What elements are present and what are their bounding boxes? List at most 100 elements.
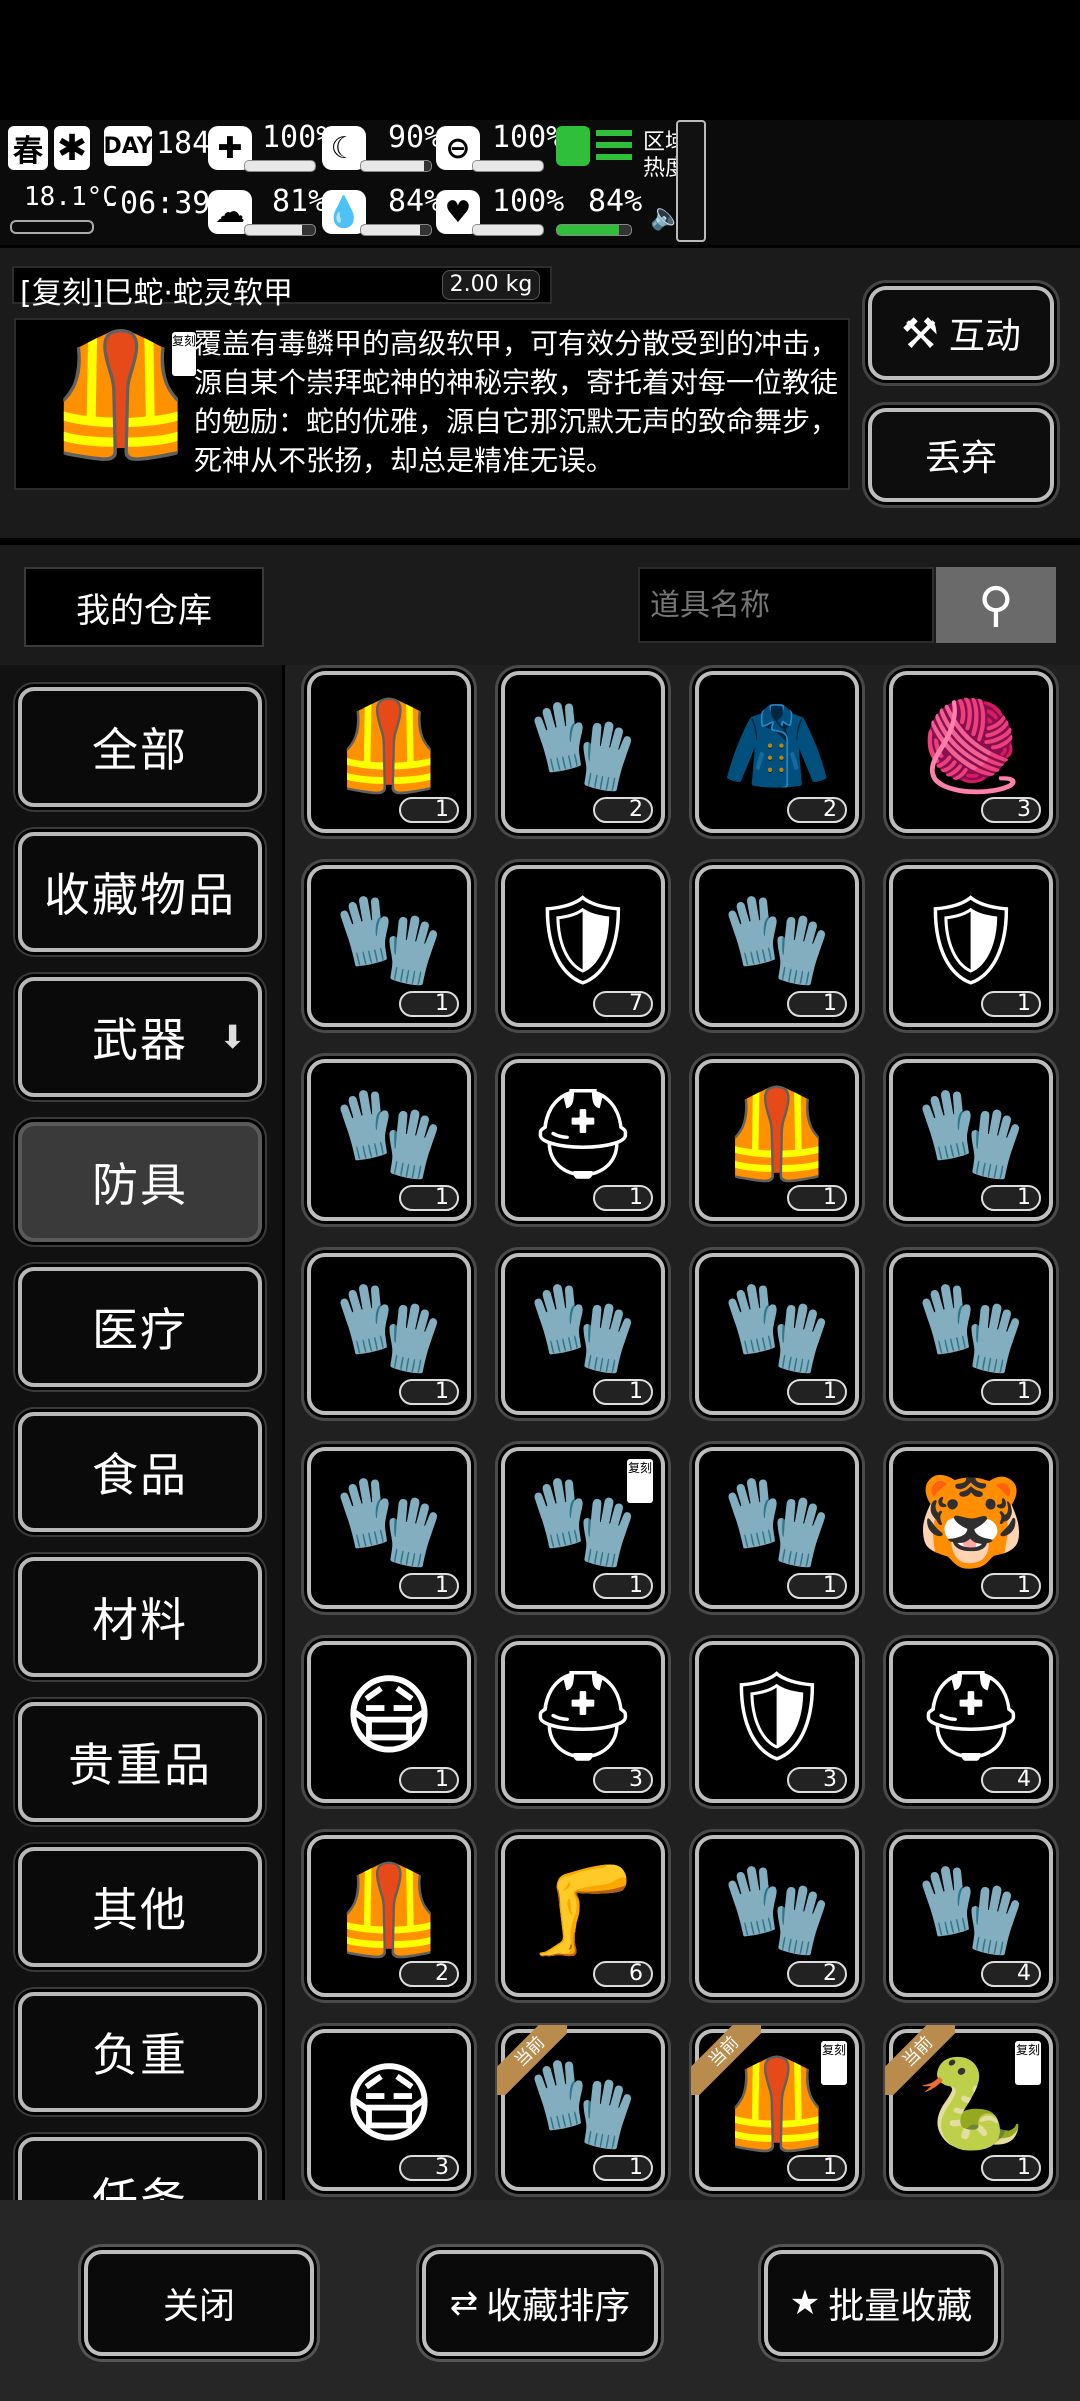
- red-gauntlets-icon: 🧤: [722, 887, 832, 991]
- batch-favorite-button[interactable]: ★ 批量收藏: [764, 2250, 998, 2356]
- discard-button[interactable]: 丢弃: [868, 408, 1054, 502]
- nav-item-6[interactable]: 材料: [18, 1557, 262, 1677]
- armor-value: 100%: [492, 120, 565, 155]
- nav-item-8[interactable]: 其他: [18, 1847, 262, 1967]
- inventory-slot[interactable]: 🦺 1: [695, 1059, 859, 1221]
- item-detail-panel: [复刻]巳蛇·蛇灵软甲 2.00 kg 🦺 复刻 覆盖有毒鳞甲的高级软甲，可有效…: [0, 248, 1080, 538]
- interact-button[interactable]: ⚒ 互动: [868, 286, 1054, 380]
- inventory-slot[interactable]: 🧤 4: [889, 1835, 1053, 1997]
- inventory-slot[interactable]: 🧤 1: [501, 1253, 665, 1415]
- item-description: 覆盖有毒鳞甲的高级软甲，可有效分散受到的冲击，源自某个崇拜蛇神的神秘宗教，寄托着…: [194, 327, 839, 477]
- expand-arrow-icon: ⬇: [219, 1018, 248, 1056]
- gauntlet-icon: 🧤: [916, 1275, 1026, 1379]
- nav-item-1[interactable]: 收藏物品: [18, 832, 262, 952]
- inventory-slot[interactable]: 🧤 1: [307, 865, 471, 1027]
- fingerless-gloves-icon: 🧤: [722, 1275, 832, 1379]
- inventory-slot[interactable]: 🧤 1: [695, 1253, 859, 1415]
- item-count: 1: [399, 797, 459, 823]
- inventory-slot[interactable]: 🧤 1: [889, 1253, 1053, 1415]
- day-number: 184: [156, 126, 211, 161]
- nav-item-label: 食品: [92, 1448, 188, 1502]
- arm-guards-icon: 🧤: [334, 1469, 444, 1573]
- nav-item-5[interactable]: 食品: [18, 1412, 262, 1532]
- reissue-badge: 复刻: [821, 2041, 847, 2085]
- item-count: 1: [981, 1573, 1041, 1599]
- nav-item-label: 材料: [92, 1593, 188, 1647]
- fur-wraps-icon: 🧤: [334, 887, 444, 991]
- inventory-slot[interactable]: ⛑ 4: [889, 1641, 1053, 1803]
- thirst-bar: [360, 224, 432, 236]
- inventory-slot[interactable]: 🧤 1: [307, 1059, 471, 1221]
- storage-title: 我的仓库: [24, 567, 264, 647]
- inventory-slot[interactable]: 🧤 2: [501, 671, 665, 833]
- inventory-slot[interactable]: 🦺 1: [307, 671, 471, 833]
- nav-item-label: 收藏物品: [44, 868, 236, 922]
- day-label: DAY: [103, 126, 153, 166]
- inventory-slot[interactable]: 🧤 1: [695, 1447, 859, 1609]
- inventory-slot[interactable]: 🛡 7: [501, 865, 665, 1027]
- nav-item-10[interactable]: 任务: [18, 2137, 262, 2200]
- category-sidebar: 全部收藏物品武器 ⬇ 防具医疗食品材料贵重品其他负重任务: [0, 665, 282, 2200]
- item-count: 1: [787, 2155, 847, 2181]
- inventory-slot[interactable]: 🦵 6: [501, 1835, 665, 1997]
- inventory-slot[interactable]: 😷 3: [307, 2029, 471, 2191]
- inventory-slot[interactable]: 🧤 1 当前: [497, 2025, 665, 2191]
- nav-item-7[interactable]: 贵重品: [18, 1702, 262, 1822]
- item-count: 4: [981, 1961, 1041, 1987]
- inventory-slot[interactable]: 😷 1: [307, 1641, 471, 1803]
- inventory-slot[interactable]: 🛡 1: [889, 865, 1053, 1027]
- item-weight: 2.00 kg: [442, 270, 540, 300]
- inventory-slot[interactable]: 🧤 1: [889, 1059, 1053, 1221]
- mood-value: 81%: [272, 184, 327, 219]
- inventory-slot[interactable]: 🐍 1 复刻 当前: [885, 2025, 1053, 2191]
- current-season-label: 当前: [497, 2025, 567, 2095]
- combat-helmet-icon: ⛑: [527, 1081, 639, 1185]
- season-label: 春: [13, 134, 43, 169]
- inventory-slot[interactable]: 🧤 1 复刻: [501, 1447, 665, 1609]
- item-count: 2: [787, 1961, 847, 1987]
- season-badge: 春: [8, 126, 48, 170]
- storage-header: 我的仓库 ⚲: [0, 545, 1080, 665]
- tiger-hat-icon: 🐯: [916, 1469, 1026, 1573]
- inventory-slot[interactable]: 🧤 1: [307, 1253, 471, 1415]
- hunger-bar: [360, 160, 432, 172]
- inventory-slot[interactable]: 🧤 1: [307, 1447, 471, 1609]
- beanie-icon: 🧶: [916, 693, 1026, 797]
- helmet-icon: ⛑: [527, 1663, 639, 1767]
- inventory-slot[interactable]: 🧥 2: [695, 671, 859, 833]
- gas-mask-icon: 😷: [343, 1663, 435, 1767]
- weather-icon: ✱: [54, 126, 90, 170]
- nav-item-9[interactable]: 负重: [18, 1992, 262, 2112]
- inventory-slot[interactable]: 🐯 1: [889, 1447, 1053, 1609]
- item-count: 1: [593, 1573, 653, 1599]
- body-armor-icon: 🛡: [915, 887, 1027, 991]
- item-count: 4: [981, 1767, 1041, 1793]
- inventory-slot[interactable]: 🦺 1 复刻 当前: [691, 2025, 859, 2191]
- zone-heat-meter: [676, 120, 706, 242]
- inventory-slot[interactable]: 🦺 2: [307, 1835, 471, 1997]
- inventory-slot[interactable]: 🧤 1: [695, 865, 859, 1027]
- item-count: 7: [593, 991, 653, 1017]
- nav-item-3[interactable]: 防具: [18, 1122, 262, 1242]
- search-icon: ⚲: [978, 577, 1014, 633]
- nav-item-2[interactable]: 武器 ⬇: [18, 977, 262, 1097]
- glove-icon: 🧤: [722, 1469, 832, 1573]
- arm-guards-icon: 🧤: [916, 1081, 1026, 1185]
- nav-item-4[interactable]: 医疗: [18, 1267, 262, 1387]
- inventory-slot[interactable]: 🧤 2: [695, 1835, 859, 1997]
- inventory-slot[interactable]: 🧶 3: [889, 671, 1053, 833]
- inventory-slot[interactable]: ⛑ 1: [501, 1059, 665, 1221]
- sort-arrows-icon: ⇄: [449, 2283, 479, 2323]
- favorite-sort-button[interactable]: ⇄ 收藏排序: [422, 2250, 658, 2356]
- search-button[interactable]: ⚲: [936, 567, 1056, 643]
- item-count: 3: [399, 2155, 459, 2181]
- item-count: 3: [787, 1767, 847, 1793]
- close-button[interactable]: 关闭: [84, 2250, 314, 2356]
- hunger-value: 90%: [388, 120, 443, 155]
- search-input[interactable]: [638, 567, 934, 643]
- inventory-slot[interactable]: ⛑ 3: [501, 1641, 665, 1803]
- star-icon: ★: [789, 2283, 821, 2323]
- inventory-slot[interactable]: 🛡 3: [695, 1641, 859, 1803]
- nav-item-0[interactable]: 全部: [18, 687, 262, 807]
- item-description-box: 🦺 复刻 覆盖有毒鳞甲的高级软甲，可有效分散受到的冲击，源自某个崇拜蛇神的神秘宗…: [14, 318, 850, 490]
